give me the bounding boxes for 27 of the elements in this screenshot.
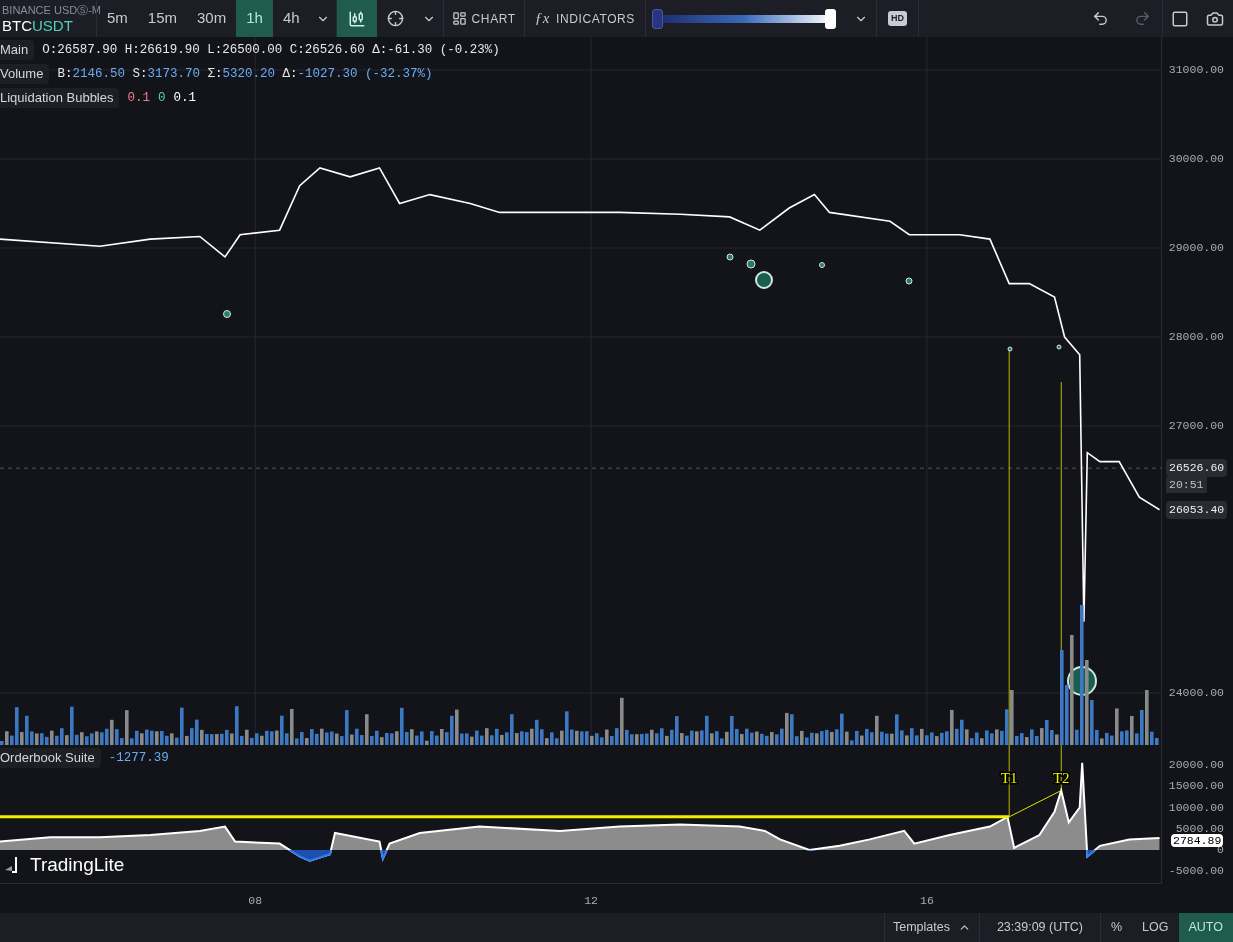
price-axis-label: 27000.00 xyxy=(1168,419,1224,433)
logo-text: TradingLite xyxy=(30,853,125,877)
price-axis-label: 29000.00 xyxy=(1168,241,1224,255)
time-axis-label: 12 xyxy=(584,893,598,909)
clock: 23:39:09 (UTC) xyxy=(995,919,1085,937)
price-axis-label: 24000.00 xyxy=(1168,686,1224,700)
price-axis-label: 30000.00 xyxy=(1168,152,1224,166)
price-axis-label: 31000.00 xyxy=(1168,63,1224,77)
axis-label: 10000.00 xyxy=(1168,800,1224,815)
countdown-label: 20:51 xyxy=(1166,477,1207,494)
liquidation-value: 0 xyxy=(158,89,166,107)
price-axis-label: 28000.00 xyxy=(1168,330,1224,344)
time-axis-label: 16 xyxy=(920,893,934,909)
axis-label: 5000.00 xyxy=(1175,821,1224,836)
ohlc-values: O:26587.90 H:26619.90 L:26500.00 C:26526.60 Δ:-61.30 (-0.23%) xyxy=(42,41,500,59)
annotation-label: T1 xyxy=(1000,770,1018,786)
axis-label: 20000.00 xyxy=(1168,758,1224,772)
price-tag: 26053.40 xyxy=(1166,501,1228,520)
price-tag: 26526.60 xyxy=(1166,459,1228,478)
liquidation-value: 0.1 xyxy=(173,89,197,107)
time-axis-label: 08 xyxy=(248,893,263,909)
volume-values: B:2146.50 S:3173.70 Σ:5320.20 Δ:-1027.30 (-32.37%) xyxy=(57,65,433,83)
axis-label: -5000.00 xyxy=(1168,864,1224,879)
axis-label: 15000.00 xyxy=(1168,779,1224,794)
orderbook-reading: -1277.39 xyxy=(108,749,169,767)
liquidation-value: 0.1 xyxy=(127,89,150,107)
annotation-label: T2 xyxy=(1052,770,1070,786)
